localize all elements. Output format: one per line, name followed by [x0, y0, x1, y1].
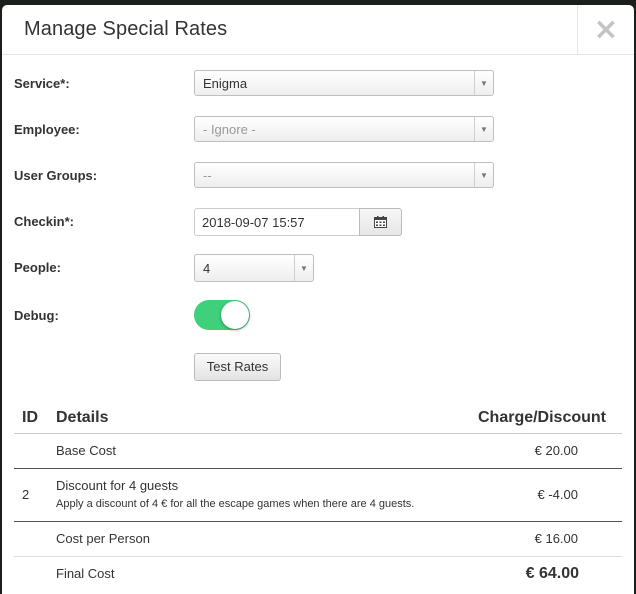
employee-value: - Ignore - [203, 122, 256, 137]
row-divider [14, 468, 622, 469]
debug-toggle[interactable] [194, 300, 250, 330]
service-value: Enigma [203, 76, 248, 91]
service-row: Service*: Enigma ▼ [2, 70, 634, 98]
row-details: Base Cost [56, 443, 116, 458]
calendar-button[interactable] [359, 208, 402, 236]
final-cost-amount: € 64.00 [525, 565, 579, 582]
row-amount: € 20.00 [534, 443, 578, 458]
people-value: 4 [203, 261, 211, 276]
row-amount: € 16.00 [534, 531, 578, 546]
user-groups-label: User Groups: [14, 168, 98, 183]
employee-select[interactable]: - Ignore - ▼ [194, 116, 494, 142]
employee-label: Employee: [14, 122, 80, 137]
header-divider [14, 433, 622, 434]
row-divider [14, 556, 622, 557]
row-id: 2 [22, 487, 30, 502]
header-id: ID [22, 409, 38, 426]
header-amount: Charge/Discount [477, 409, 606, 426]
user-groups-select[interactable]: -- ▼ [194, 162, 494, 188]
modal-title: Manage Special Rates [24, 18, 228, 40]
row-divider [14, 521, 622, 522]
user-groups-value: -- [203, 168, 212, 183]
row-details: Discount for 4 guests [56, 478, 179, 493]
people-select[interactable]: 4 ▼ [194, 254, 314, 282]
close-icon: × [593, 11, 619, 47]
chevron-down-icon: ▼ [474, 163, 493, 187]
test-rates-button[interactable]: Test Rates [194, 353, 281, 381]
people-row: People: 4 ▼ [2, 254, 634, 282]
special-rates-modal: Manage Special Rates × Service*: Enigma … [2, 5, 634, 594]
toggle-knob [221, 301, 249, 329]
checkin-value: 2018-09-07 15:57 [202, 215, 305, 230]
employee-row: Employee: - Ignore - ▼ [2, 116, 634, 144]
chevron-down-icon: ▼ [474, 71, 493, 95]
close-button[interactable]: × [577, 5, 634, 54]
user-groups-row: User Groups: -- ▼ [2, 162, 634, 190]
row-details: Cost per Person [56, 531, 150, 546]
debug-row: Debug: [2, 300, 634, 332]
row-description: Apply a discount of 4 € for all the esca… [56, 498, 415, 510]
checkin-label: Checkin*: [14, 214, 74, 229]
service-label: Service*: [14, 76, 70, 91]
checkin-row: Checkin*: 2018-09-07 15:57 [2, 208, 634, 236]
people-label: People: [14, 260, 61, 275]
service-select[interactable]: Enigma ▼ [194, 70, 494, 96]
chevron-down-icon: ▼ [294, 255, 313, 281]
header-details: Details [56, 409, 109, 426]
chevron-down-icon: ▼ [474, 117, 493, 141]
calendar-icon [374, 216, 387, 228]
debug-label: Debug: [14, 308, 59, 323]
modal-header: Manage Special Rates × [2, 5, 634, 55]
checkin-input[interactable]: 2018-09-07 15:57 [194, 208, 360, 236]
row-amount: € -4.00 [537, 487, 578, 502]
row-details: Final Cost [56, 566, 115, 581]
